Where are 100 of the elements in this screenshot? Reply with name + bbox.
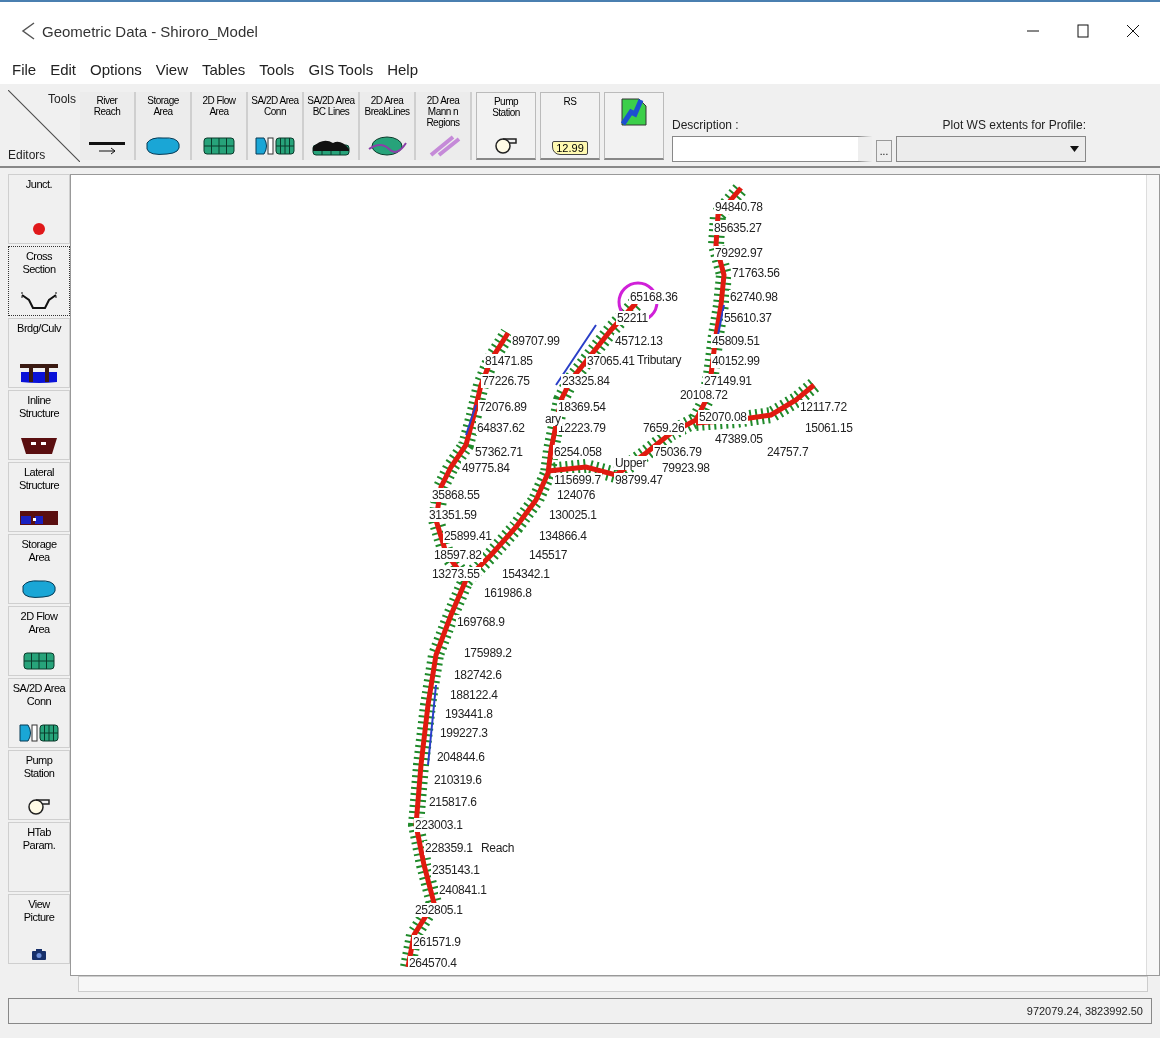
station-label: 35868.55: [431, 488, 481, 502]
station-label: 47389.05: [714, 432, 764, 446]
station-label: 15061.15: [804, 421, 854, 435]
tool-button[interactable]: RS 12.99: [540, 92, 600, 160]
maximize-icon[interactable]: [1076, 24, 1090, 38]
menu-item[interactable]: GIS Tools: [308, 60, 374, 78]
app-logo-icon: [20, 22, 36, 40]
station-label: 188122.4: [449, 688, 499, 702]
bridge-icon: [19, 362, 59, 384]
map-icon: [619, 96, 649, 128]
storage-area-icon: [19, 578, 59, 600]
station-label: 98799.47: [614, 473, 664, 487]
editor-button[interactable]: SA/2D Area Conn: [8, 678, 70, 748]
vertical-scrollbar[interactable]: [1146, 175, 1159, 975]
station-label: 193441.8: [444, 707, 494, 721]
station-label: 79923.98: [661, 461, 711, 475]
river-name-label: Reach: [480, 841, 516, 855]
station-label: 72076.89: [478, 400, 528, 414]
station-label: 264570.4: [408, 956, 458, 970]
river-name-label: Tributary: [636, 353, 683, 367]
station-label: 85635.27: [713, 221, 763, 235]
tool-button[interactable]: River Reach: [80, 92, 136, 160]
station-label: 45809.51: [711, 334, 761, 348]
menu-item[interactable]: View: [155, 60, 188, 78]
tool-button[interactable]: Storage Area: [136, 92, 192, 160]
horizontal-scrollbar[interactable]: [78, 976, 1148, 992]
editor-button[interactable]: Lateral Structure: [8, 462, 70, 532]
station-label: 115699.7: [553, 473, 602, 487]
station-label: 210319.6: [433, 773, 483, 787]
menu-item[interactable]: Tools: [259, 60, 295, 78]
station-label: 175989.2: [463, 646, 513, 660]
coordinates-readout: 972079.24, 3823992.50: [1026, 1005, 1143, 1017]
connection-icon: [255, 135, 295, 157]
editor-button[interactable]: Junct.: [8, 174, 70, 244]
station-label: 65168.36: [629, 290, 679, 304]
editor-button[interactable]: HTab Param.: [8, 822, 70, 892]
station-label: 55610.37: [723, 311, 773, 325]
station-label: 25899.41: [443, 529, 493, 543]
station-label: 134866.4: [538, 529, 588, 543]
station-label: 52211: [616, 311, 649, 325]
station-label: 23325.84: [561, 374, 611, 388]
tool-button[interactable]: 2D Area BreakLines: [360, 92, 416, 160]
station-tag: 12.99: [552, 141, 588, 155]
station-label: 18597.82: [433, 548, 483, 562]
station-label: 154342.1: [501, 567, 551, 581]
station-label: 37065.41: [586, 354, 636, 368]
menu-item[interactable]: File: [12, 60, 37, 78]
station-label: 71763.56: [731, 266, 781, 280]
menu-item[interactable]: Options: [90, 60, 142, 78]
station-label: 89707.99: [511, 334, 561, 348]
station-label: 6254.058: [553, 445, 603, 459]
station-label: 12117.72: [799, 400, 848, 414]
editor-button[interactable]: Storage Area: [8, 534, 70, 604]
editor-button[interactable]: Cross Section: [8, 246, 70, 316]
tool-button[interactable]: [604, 92, 664, 160]
station-label: 223003.1: [414, 818, 464, 832]
station-label: 81471.85: [484, 354, 534, 368]
station-label: 75036.79: [653, 445, 703, 459]
station-label: 24757.7: [766, 445, 810, 459]
storage-area-icon: [143, 135, 183, 157]
editor-button[interactable]: Pump Station: [8, 750, 70, 820]
menu-item[interactable]: Edit: [50, 60, 77, 78]
editor-button[interactable]: View Picture: [8, 894, 70, 964]
tool-button[interactable]: SA/2D Area BC Lines: [304, 92, 360, 160]
menu-item[interactable]: Help: [387, 60, 418, 78]
editor-button[interactable]: Inline Structure: [8, 390, 70, 460]
station-label: 228359.1: [424, 841, 474, 855]
connection-icon: [19, 722, 59, 744]
editors-label: Editors: [8, 148, 46, 162]
description-field[interactable]: [672, 136, 872, 162]
river-name-label: Upper: [614, 456, 648, 470]
station-label: 18369.54: [557, 400, 607, 414]
station-label: 7659.26: [642, 421, 686, 435]
station-label: 130025.1: [548, 508, 598, 522]
station-label: 45712.13: [614, 334, 664, 348]
station-label: 215817.6: [428, 795, 478, 809]
camera-icon: [31, 948, 47, 960]
river-name-label: ary: [544, 412, 562, 426]
editor-button[interactable]: 2D Flow Area: [8, 606, 70, 676]
station-label: 79292.97: [714, 246, 764, 260]
more-button[interactable]: ...: [876, 140, 892, 162]
station-label: 49775.84: [461, 461, 511, 475]
dropdown-caret-icon: [1070, 146, 1079, 152]
station-label: 145517: [528, 548, 569, 562]
station-label: 240841.1: [438, 883, 488, 897]
tool-button[interactable]: 2D Area Mann n Regions: [416, 92, 472, 160]
station-label: 13273.55: [431, 567, 481, 581]
tool-button[interactable]: Pump Station: [476, 92, 536, 160]
profile-dropdown[interactable]: [896, 136, 1086, 162]
station-label: 64837.62: [476, 421, 526, 435]
tool-button[interactable]: SA/2D Area Conn: [248, 92, 304, 160]
cross-section-icon: [19, 290, 59, 312]
station-label: 204844.6: [436, 750, 486, 764]
editor-button[interactable]: Brdg/Culv: [8, 318, 70, 388]
station-label: 62740.98: [729, 290, 779, 304]
menu-item[interactable]: Tables: [202, 60, 246, 78]
close-icon[interactable]: [1126, 24, 1140, 38]
station-label: 182742.6: [453, 668, 503, 682]
station-label: 77226.75: [481, 374, 531, 388]
tool-button[interactable]: 2D Flow Area: [192, 92, 248, 160]
